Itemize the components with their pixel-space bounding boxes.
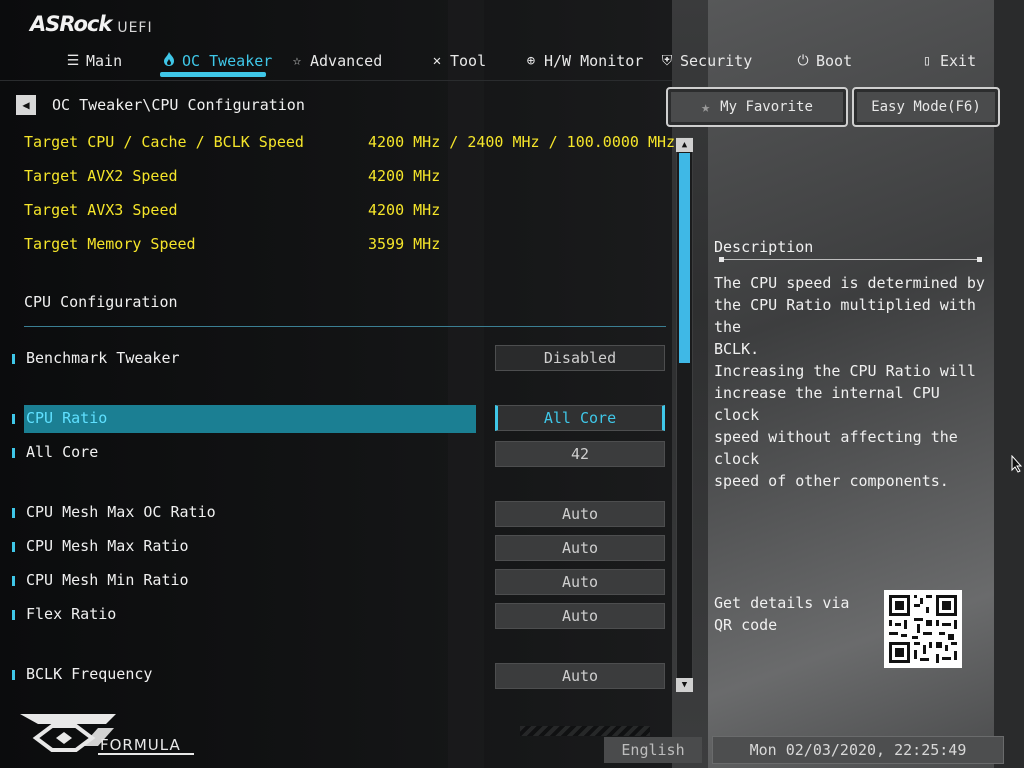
tab-main-label: Main	[86, 52, 123, 70]
active-tab-indicator	[160, 72, 266, 77]
list-icon: ☰	[66, 53, 80, 69]
row-marker	[12, 448, 15, 458]
info-value-target-avx3: 4200 MHz	[368, 201, 441, 219]
flame-icon	[162, 52, 176, 70]
arrow-up-icon: ▲	[681, 140, 688, 150]
back-button[interactable]: ◀	[16, 95, 36, 115]
setting-label-benchmark-tweaker[interactable]: Benchmark Tweaker	[26, 349, 180, 367]
info-value-target-avx2: 4200 MHz	[368, 167, 441, 185]
info-label-target-cpu: Target CPU / Cache / BCLK Speed	[24, 133, 304, 151]
exit-door-icon: ▯	[922, 53, 932, 69]
info-value-target-memory: 3599 MHz	[368, 235, 441, 253]
scroll-up-button[interactable]: ▲	[676, 138, 693, 152]
description-title: Description	[714, 238, 814, 256]
setting-label-cpu-ratio[interactable]: CPU Ratio	[26, 409, 107, 427]
setting-value-benchmark-tweaker[interactable]: Disabled	[495, 345, 665, 371]
tab-security-label: Security	[680, 52, 753, 70]
setting-label-cpu-mesh-max-ratio[interactable]: CPU Mesh Max Ratio	[26, 537, 189, 555]
my-favorite-label: My Favorite	[720, 99, 813, 115]
tab-security[interactable]: ⛨ Security	[660, 46, 753, 76]
section-title: CPU Configuration	[24, 293, 178, 311]
formula-logo-text: FORMULA	[100, 736, 181, 754]
info-label-target-memory: Target Memory Speed	[24, 235, 196, 253]
my-favorite-button[interactable]: ★ My Favorite	[666, 87, 848, 127]
setting-value-cpu-ratio[interactable]: All Core	[495, 405, 665, 431]
setting-label-bclk-frequency[interactable]: BCLK Frequency	[26, 665, 152, 683]
power-icon: ⏻	[797, 53, 809, 69]
description-text: The CPU speed is determined by the CPU R…	[714, 274, 985, 490]
easy-mode-label: Easy Mode(F6)	[871, 99, 981, 115]
back-arrow-icon: ◀	[22, 98, 30, 112]
setting-value-cpu-mesh-max-ratio[interactable]: Auto	[495, 535, 665, 561]
row-marker	[12, 610, 15, 620]
tab-hw-monitor[interactable]: ⊕ H/W Monitor	[524, 46, 644, 76]
row-marker	[12, 354, 15, 364]
tab-hw-monitor-label: H/W Monitor	[544, 52, 644, 70]
description-divider	[720, 259, 980, 260]
setting-value-all-core[interactable]: 42	[495, 441, 665, 467]
info-label-target-avx3: Target AVX3 Speed	[24, 201, 178, 219]
setting-label-all-core[interactable]: All Core	[26, 443, 98, 461]
main-nav: ☰ Main OC Tweaker ☆ Advanced ✕ Tool ⊕ H/…	[0, 46, 1024, 78]
asrock-uefi-logo: ASRock UEFI	[30, 10, 153, 36]
row-marker	[12, 576, 15, 586]
row-marker	[12, 508, 15, 518]
shield-icon: ⛨	[661, 53, 673, 69]
logo-brand: ASRock	[30, 12, 112, 36]
setting-value-flex-ratio[interactable]: Auto	[495, 603, 665, 629]
setting-label-flex-ratio[interactable]: Flex Ratio	[26, 605, 116, 623]
breadcrumb: OC Tweaker\CPU Configuration	[52, 96, 305, 114]
main-panel-background	[0, 0, 672, 768]
tab-boot-label: Boot	[816, 52, 853, 70]
tab-tool[interactable]: ✕ Tool	[430, 46, 486, 76]
tab-advanced-label: Advanced	[310, 52, 383, 70]
monitor-icon: ⊕	[526, 53, 536, 69]
tab-advanced[interactable]: ☆ Advanced	[290, 46, 382, 76]
setting-value-cpu-mesh-max-oc-ratio[interactable]: Auto	[495, 501, 665, 527]
qr-caption: Get details via QR code	[714, 594, 850, 634]
setting-label-cpu-mesh-max-oc-ratio[interactable]: CPU Mesh Max OC Ratio	[26, 503, 216, 521]
language-button[interactable]: English	[604, 737, 702, 763]
tools-icon: ✕	[432, 53, 442, 69]
star-outline-icon: ☆	[292, 53, 302, 69]
scrollbar-thumb[interactable]	[679, 153, 690, 363]
star-icon: ★	[701, 98, 711, 116]
row-marker	[12, 542, 15, 552]
section-divider	[24, 326, 666, 327]
setting-value-bclk-frequency[interactable]: Auto	[495, 663, 665, 689]
tab-oc-tweaker-label: OC Tweaker	[182, 52, 273, 70]
datetime-display: Mon 02/03/2020, 22:25:49	[712, 736, 1004, 764]
scroll-down-button[interactable]: ▼	[676, 678, 693, 692]
setting-value-cpu-mesh-min-ratio[interactable]: Auto	[495, 569, 665, 595]
divider-endpoint	[719, 257, 724, 262]
row-marker	[12, 670, 15, 680]
easy-mode-button[interactable]: Easy Mode(F6)	[852, 87, 1000, 127]
info-value-target-cpu: 4200 MHz / 2400 MHz / 100.0000 MHz	[368, 133, 676, 151]
divider-endpoint	[977, 257, 982, 262]
arrow-down-icon: ▼	[681, 680, 688, 690]
logo-sub: UEFI	[117, 20, 153, 36]
tab-exit[interactable]: ▯ Exit	[920, 46, 976, 76]
nav-divider	[0, 80, 672, 81]
tab-main[interactable]: ☰ Main	[66, 46, 122, 76]
qr-code	[884, 590, 962, 668]
tab-tool-label: Tool	[450, 52, 487, 70]
tab-exit-label: Exit	[940, 52, 977, 70]
info-label-target-avx2: Target AVX2 Speed	[24, 167, 178, 185]
tab-boot[interactable]: ⏻ Boot	[796, 46, 852, 76]
row-marker	[12, 414, 15, 424]
background-stripe	[448, 0, 484, 768]
setting-label-cpu-mesh-min-ratio[interactable]: CPU Mesh Min Ratio	[26, 571, 189, 589]
footer-decoration	[520, 726, 650, 736]
